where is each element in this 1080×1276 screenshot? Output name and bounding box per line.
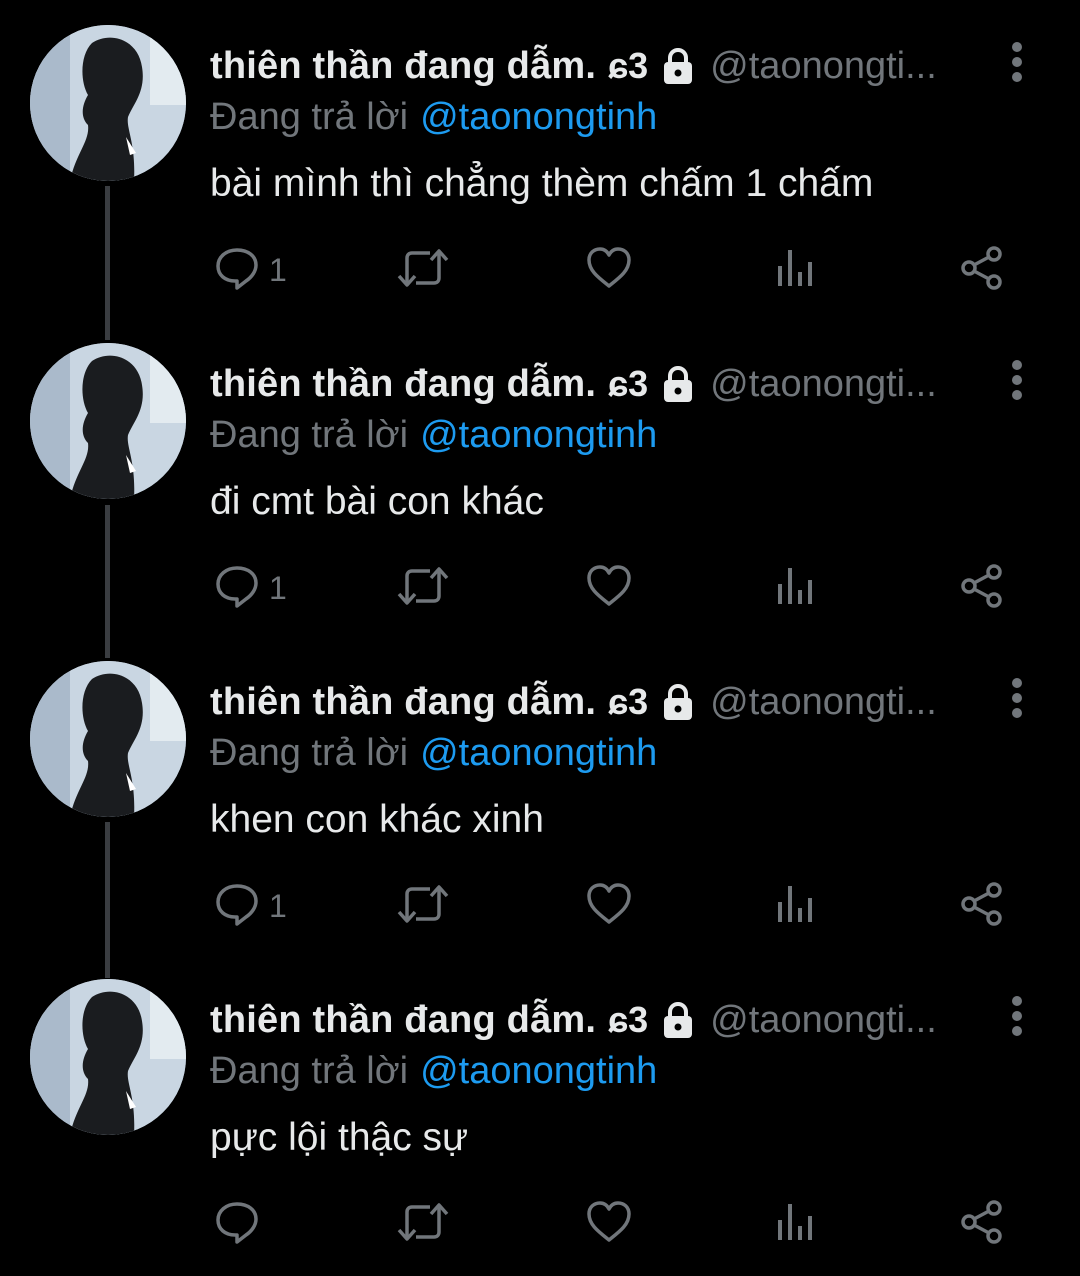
- share-button[interactable]: [958, 1196, 1006, 1252]
- tweet[interactable]: thiên thần đang dẫm. ɕ3 @taonongti... Đa…: [0, 636, 1080, 978]
- display-name[interactable]: thiên thần đang dẫm.: [210, 681, 596, 724]
- action-bar: [0, 1176, 1080, 1276]
- like-button[interactable]: [585, 560, 633, 616]
- like-button[interactable]: [585, 242, 633, 298]
- display-name[interactable]: thiên thần đang dẫm.: [210, 45, 596, 88]
- like-button[interactable]: [585, 1196, 633, 1252]
- replying-to-label: Đang trả lời: [210, 414, 409, 456]
- lock-icon: [658, 682, 698, 722]
- replying-to: Đang trả lời @taonongtinh: [210, 414, 657, 466]
- bar-chart-icon: [775, 880, 815, 933]
- share-button[interactable]: [958, 560, 1006, 616]
- tweet-header: thiên thần đang dẫm. ɕ3 @taonongti...: [210, 356, 1010, 412]
- name-badge: ɕ3: [608, 999, 649, 1040]
- share-nodes-icon: [958, 1198, 1006, 1251]
- tweet-header: thiên thần đang dẫm. ɕ3 @taonongti...: [210, 674, 1010, 730]
- tweet-header: thiên thần đang dẫm. ɕ3 @taonongti...: [210, 992, 1010, 1048]
- tweet[interactable]: thiên thần đang dẫm. ɕ3 @taonongti... Đa…: [0, 954, 1080, 1272]
- action-bar: 1: [0, 858, 1080, 958]
- retweet-arrows-icon: [396, 880, 450, 933]
- retweet-arrows-icon: [396, 562, 450, 615]
- action-bar: 1: [0, 222, 1080, 322]
- display-name[interactable]: thiên thần đang dẫm.: [210, 363, 596, 406]
- share-nodes-icon: [958, 880, 1006, 933]
- replying-to: Đang trả lời @taonongtinh: [210, 1050, 657, 1102]
- avatar[interactable]: [30, 979, 186, 1135]
- like-button[interactable]: [585, 878, 633, 934]
- tweet-text: khen con khác xinh: [210, 798, 544, 841]
- avatar[interactable]: [30, 343, 186, 499]
- bar-chart-icon: [775, 244, 815, 297]
- reply-thread: thiên thần đang dẫm. ɕ3 @taonongti... Đa…: [0, 0, 1080, 1266]
- name-badge: ɕ3: [608, 363, 649, 404]
- replying-to-label: Đang trả lời: [210, 732, 409, 774]
- mention-link[interactable]: @taonongtinh: [420, 96, 657, 138]
- replying-to: Đang trả lời @taonongtinh: [210, 96, 657, 148]
- reply-button[interactable]: 1: [213, 878, 287, 934]
- user-handle[interactable]: @taonongti...: [710, 681, 960, 724]
- share-button[interactable]: [958, 878, 1006, 934]
- tweet-header: thiên thần đang dẫm. ɕ3 @taonongti...: [210, 38, 1010, 94]
- user-handle[interactable]: @taonongti...: [710, 999, 960, 1042]
- more-options-icon[interactable]: [1002, 356, 1032, 404]
- name-badge: ɕ3: [608, 45, 649, 86]
- replying-to-label: Đang trả lời: [210, 96, 409, 138]
- heart-outline-icon: [585, 1198, 633, 1251]
- retweet-arrows-icon: [396, 1198, 450, 1251]
- avatar[interactable]: [30, 661, 186, 817]
- reply-button[interactable]: 1: [213, 242, 287, 298]
- user-handle[interactable]: @taonongti...: [710, 363, 960, 406]
- retweet-button[interactable]: [396, 878, 450, 934]
- reply-count: 1: [269, 887, 287, 924]
- reply-button[interactable]: [213, 1196, 269, 1252]
- views-button[interactable]: [775, 878, 815, 934]
- avatar[interactable]: [30, 25, 186, 181]
- reply-count: 1: [269, 251, 287, 288]
- heart-outline-icon: [585, 244, 633, 297]
- views-button[interactable]: [775, 242, 815, 298]
- heart-outline-icon: [585, 562, 633, 615]
- mention-link[interactable]: @taonongtinh: [420, 1050, 657, 1092]
- heart-outline-icon: [585, 880, 633, 933]
- lock-icon: [658, 1000, 698, 1040]
- bar-chart-icon: [775, 1198, 815, 1251]
- reply-button[interactable]: 1: [213, 560, 287, 616]
- bar-chart-icon: [775, 562, 815, 615]
- more-options-icon[interactable]: [1002, 992, 1032, 1040]
- replying-to: Đang trả lời @taonongtinh: [210, 732, 657, 784]
- retweet-button[interactable]: [396, 242, 450, 298]
- views-button[interactable]: [775, 560, 815, 616]
- tweet-text: bài mình thì chẳng thèm chấm 1 chấm: [210, 162, 874, 205]
- display-name[interactable]: thiên thần đang dẫm.: [210, 999, 596, 1042]
- lock-icon: [658, 46, 698, 86]
- tweet-text: pực lội thậc sự: [210, 1116, 469, 1159]
- reply-count: 1: [269, 569, 287, 606]
- lock-icon: [658, 364, 698, 404]
- share-nodes-icon: [958, 562, 1006, 615]
- retweet-arrows-icon: [396, 244, 450, 297]
- action-bar: 1: [0, 540, 1080, 640]
- more-options-icon[interactable]: [1002, 38, 1032, 86]
- mention-link[interactable]: @taonongtinh: [420, 414, 657, 456]
- replying-to-label: Đang trả lời: [210, 1050, 409, 1092]
- retweet-button[interactable]: [396, 560, 450, 616]
- more-options-icon[interactable]: [1002, 674, 1032, 722]
- user-handle[interactable]: @taonongti...: [710, 45, 960, 88]
- views-button[interactable]: [775, 1196, 815, 1252]
- speech-bubble-icon: [213, 244, 261, 297]
- tweet-text: đi cmt bài con khác: [210, 480, 544, 523]
- share-button[interactable]: [958, 242, 1006, 298]
- tweet[interactable]: thiên thần đang dẫm. ɕ3 @taonongti... Đa…: [0, 0, 1080, 340]
- share-nodes-icon: [958, 244, 1006, 297]
- speech-bubble-icon: [213, 562, 261, 615]
- speech-bubble-icon: [213, 880, 261, 933]
- name-badge: ɕ3: [608, 681, 649, 722]
- retweet-button[interactable]: [396, 1196, 450, 1252]
- mention-link[interactable]: @taonongtinh: [420, 732, 657, 774]
- tweet[interactable]: thiên thần đang dẫm. ɕ3 @taonongti... Đa…: [0, 318, 1080, 658]
- speech-bubble-icon: [213, 1198, 261, 1251]
